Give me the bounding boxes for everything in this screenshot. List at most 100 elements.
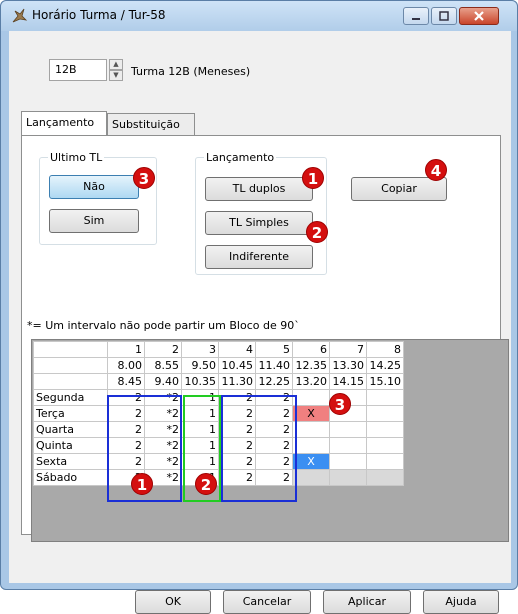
tl-duplos-button[interactable]: TL duplos <box>205 177 313 201</box>
table-row: Sábado2*2122 <box>33 469 404 486</box>
schedule-cell[interactable]: 2 <box>218 405 256 422</box>
cancel-button[interactable]: Cancelar <box>223 590 311 614</box>
help-button[interactable]: Ajuda <box>423 590 499 614</box>
close-button[interactable] <box>459 7 499 25</box>
col-start-time: 12.35 <box>292 357 330 374</box>
col-number: 8 <box>366 341 404 358</box>
header-corner <box>33 357 108 374</box>
schedule-cell[interactable]: X <box>292 453 330 470</box>
col-end-time: 14.15 <box>329 373 367 390</box>
col-start-time: 8.55 <box>144 357 182 374</box>
schedule-cell[interactable]: *2 <box>144 453 182 470</box>
title-bar: Horário Turma / Tur-58 <box>1 1 517 31</box>
turma-code-field[interactable]: 12B <box>49 59 107 81</box>
col-number: 7 <box>329 341 367 358</box>
schedule-cell[interactable]: *2 <box>144 389 182 406</box>
schedule-cell[interactable] <box>329 437 367 454</box>
schedule-cell[interactable] <box>329 453 367 470</box>
apply-button[interactable]: Aplicar <box>323 590 411 614</box>
schedule-cell[interactable]: 1 <box>181 389 219 406</box>
header-corner <box>33 341 108 358</box>
schedule-cell[interactable] <box>366 405 404 422</box>
schedule-cell[interactable]: 2 <box>255 469 293 486</box>
minimize-icon <box>412 18 420 20</box>
schedule-cell[interactable] <box>292 389 330 406</box>
schedule-cell[interactable] <box>366 389 404 406</box>
col-number: 4 <box>218 341 256 358</box>
schedule-cell[interactable]: 2 <box>218 469 256 486</box>
col-end-time: 13.20 <box>292 373 330 390</box>
col-start-time: 13.30 <box>329 357 367 374</box>
minimize-button[interactable] <box>403 7 429 25</box>
schedule-cell[interactable]: 2 <box>107 421 145 438</box>
schedule-cell[interactable]: 2 <box>107 389 145 406</box>
schedule-cell[interactable] <box>329 421 367 438</box>
col-number: 3 <box>181 341 219 358</box>
header-row: 12345678 <box>33 341 404 358</box>
lancamento-label: Lançamento <box>204 151 277 164</box>
schedule-cell[interactable]: *2 <box>144 405 182 422</box>
schedule-cell[interactable]: 2 <box>107 453 145 470</box>
col-number: 2 <box>144 341 182 358</box>
schedule-cell[interactable]: 2 <box>107 437 145 454</box>
col-start-time: 11.40 <box>255 357 293 374</box>
schedule-cell[interactable]: 2 <box>255 421 293 438</box>
schedule-cell[interactable]: X <box>292 405 330 422</box>
col-number: 5 <box>255 341 293 358</box>
schedule-cell[interactable]: 1 <box>181 405 219 422</box>
col-number: 6 <box>292 341 330 358</box>
schedule-cell[interactable]: 2 <box>218 389 256 406</box>
schedule-cell[interactable]: 2 <box>218 453 256 470</box>
col-start-time: 14.25 <box>366 357 404 374</box>
schedule-cell[interactable]: 2 <box>218 437 256 454</box>
turma-spinner[interactable]: ▲ ▼ <box>109 59 123 81</box>
note-text: *= Um intervalo não pode partir um Bloco… <box>27 319 300 332</box>
sim-button[interactable]: Sim <box>49 209 139 233</box>
schedule-cell[interactable] <box>292 437 330 454</box>
app-icon <box>12 8 28 23</box>
callout-badge-1: 1 <box>302 167 324 189</box>
schedule-cell[interactable]: 2 <box>255 405 293 422</box>
callout-badge-2: 2 <box>306 221 328 243</box>
schedule-cell[interactable] <box>366 421 404 438</box>
indiferente-button[interactable]: Indiferente <box>205 245 313 269</box>
schedule-cell[interactable] <box>366 437 404 454</box>
tab-substituicao[interactable]: Substituição <box>107 113 195 135</box>
schedule-cell[interactable]: 2 <box>107 405 145 422</box>
maximize-button[interactable] <box>431 7 457 25</box>
schedule-cell[interactable]: 2 <box>255 389 293 406</box>
schedule-cell[interactable]: 1 <box>181 421 219 438</box>
schedule-grid[interactable]: 1 2 3 4 5 6 7 8 8.00 8.55 9.50 10.45 11.40 12.35 13.30… <box>31 339 509 542</box>
schedule-cell[interactable]: *2 <box>144 437 182 454</box>
schedule-cell[interactable] <box>329 469 367 486</box>
tab-lancamento[interactable]: Lançamento <box>21 111 107 135</box>
window: Horário Turma / Tur-58 12B ▲ ▼ Turma 12B… <box>0 0 518 614</box>
tl-simples-button[interactable]: TL Simples <box>205 211 313 235</box>
schedule-cell[interactable] <box>366 453 404 470</box>
ok-button[interactable]: OK <box>135 590 211 614</box>
callout-badge-3: 3 <box>133 167 155 189</box>
col-end-time: 8.45 <box>107 373 145 390</box>
spin-down-icon[interactable]: ▼ <box>109 70 123 81</box>
turma-label: Turma 12B (Meneses) <box>131 65 251 78</box>
nao-button[interactable]: Não <box>49 175 139 199</box>
schedule-cell[interactable]: 2 <box>255 437 293 454</box>
schedule-cell[interactable]: 1 <box>181 453 219 470</box>
maximize-icon <box>439 11 449 21</box>
schedule-cell[interactable]: 1 <box>181 437 219 454</box>
schedule-cell[interactable]: 2 <box>255 453 293 470</box>
window-title: Horário Turma / Tur-58 <box>32 8 166 22</box>
schedule-cell[interactable] <box>292 421 330 438</box>
callout-badge-3-grid: 3 <box>329 393 351 415</box>
day-label: Sábado <box>33 469 108 486</box>
schedule-cell[interactable]: *2 <box>144 421 182 438</box>
col-end-time: 12.25 <box>255 373 293 390</box>
col-start-time: 10.45 <box>218 357 256 374</box>
schedule-table: 1 2 3 4 5 6 7 8 8.00 8.55 9.50 10.45 11.40 12.35 13.30… <box>33 341 404 486</box>
table-row: Quarta 2 *2 1 2 2 <box>33 421 404 438</box>
spin-up-icon[interactable]: ▲ <box>109 59 123 70</box>
schedule-cell[interactable] <box>292 469 330 486</box>
schedule-cell[interactable] <box>366 469 404 486</box>
close-icon <box>474 11 484 21</box>
schedule-cell[interactable]: 2 <box>218 421 256 438</box>
